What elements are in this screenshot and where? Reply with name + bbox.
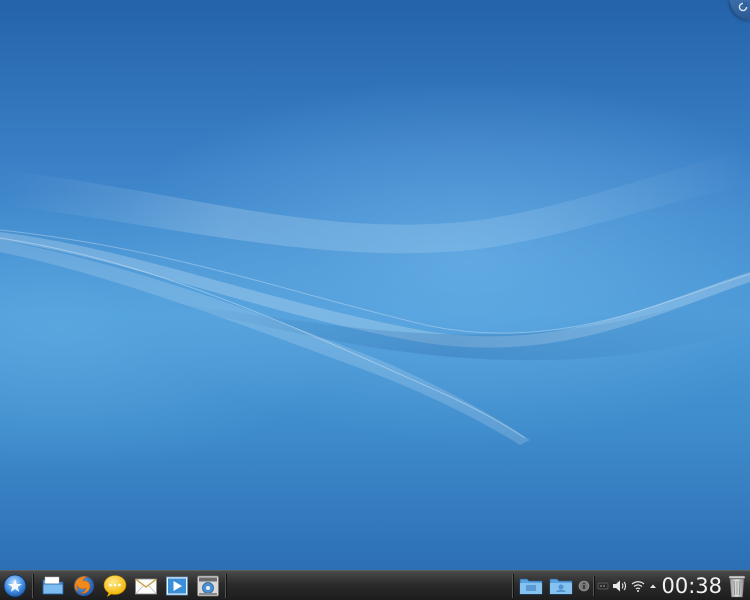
info-icon [579,580,590,591]
volume-control[interactable] [612,574,628,598]
desktop[interactable] [0,0,750,570]
panel-separator [593,575,595,596]
panel-separator [512,573,514,598]
wifi-icon [632,580,645,592]
media-player-launcher[interactable] [163,572,191,600]
firefox-launcher[interactable] [70,572,98,600]
network-control[interactable] [630,574,646,598]
tray-expand-button[interactable] [648,574,658,598]
chat-bubble-icon [103,574,127,597]
system-tray: 00:38 [516,572,750,600]
folder-user-icon [550,578,573,594]
play-icon [166,576,188,595]
small-status-icon [598,582,609,589]
file-manager-launcher[interactable] [39,572,67,600]
system-settings-launcher[interactable] [194,572,222,600]
chat-launcher[interactable] [101,572,129,600]
mail-icon [135,577,157,594]
tray-status-button[interactable] [596,574,610,598]
application-launcher-button[interactable] [1,572,29,600]
folder-icon [42,576,64,594]
settings-icon [197,575,219,596]
trash-button[interactable] [726,572,748,600]
panel-separator [225,573,226,598]
mail-launcher[interactable] [132,572,160,600]
expand-arrow-icon [650,584,657,588]
firefox-icon [74,575,94,596]
kickoff-launcher-icon [3,574,27,597]
cashew-icon [738,2,748,12]
tray-folder-view[interactable] [518,574,544,598]
panel: 00:38 [0,570,750,600]
folder-icon [520,578,543,594]
panel-separator [32,573,33,598]
tray-info-button[interactable] [577,574,591,598]
tray-folder-user[interactable] [548,574,574,598]
task-manager[interactable] [229,572,509,600]
wallpaper-waves [0,150,750,445]
trash-icon [728,575,746,597]
digital-clock[interactable]: 00:38 [661,572,722,600]
volume-icon [613,580,627,591]
